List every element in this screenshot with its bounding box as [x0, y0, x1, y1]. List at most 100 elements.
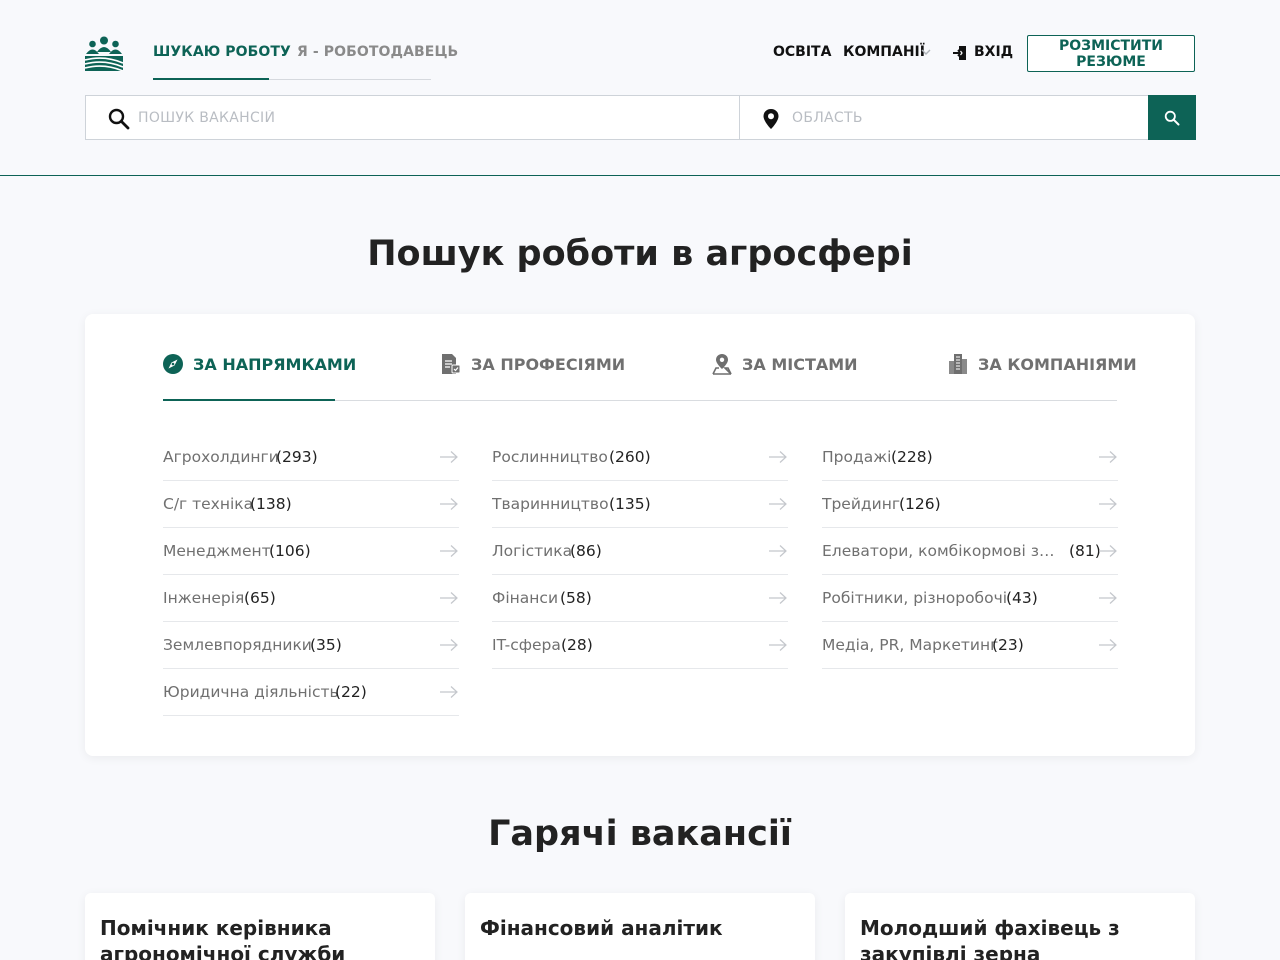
- arrow-right-icon: [769, 545, 787, 557]
- category-item[interactable]: С/г техніка (138): [163, 481, 459, 528]
- arrow-right-icon: [1099, 498, 1117, 510]
- category-item[interactable]: Менеджмент (106): [163, 528, 459, 575]
- category-name: Менеджмент: [163, 542, 271, 560]
- category-column-3: Продажі (228) Трейдинг (126) Елеватори, ко…: [822, 434, 1118, 669]
- category-column-1: Агрохолдинги (293) С/г техніка (138) Менед…: [163, 434, 459, 716]
- arrow-right-icon: [440, 451, 458, 463]
- map-pin-icon: [763, 109, 779, 129]
- vacancy-search: [86, 96, 740, 139]
- category-count: (65): [244, 589, 276, 607]
- category-name: Агрохолдинги: [163, 448, 279, 466]
- tab-by-profession[interactable]: ЗА ПРОФЕСІЯМИ: [441, 352, 625, 376]
- vacancy-search-input[interactable]: [138, 106, 718, 130]
- login-link[interactable]: ВХІД: [974, 44, 1013, 60]
- document-icon: [442, 354, 461, 374]
- post-resume-button[interactable]: РОЗМІСТИТИ РЕЗЮМЕ: [1027, 35, 1195, 72]
- category-count: (138): [250, 495, 292, 513]
- arrow-right-icon: [440, 639, 458, 651]
- location-person-icon: [712, 354, 732, 375]
- arrow-right-icon: [440, 686, 458, 698]
- search-icon: [108, 108, 130, 130]
- category-item[interactable]: Фінанси (58): [492, 575, 788, 622]
- category-item[interactable]: Трейдинг (126): [822, 481, 1118, 528]
- job-card[interactable]: Фінансовий аналітик: [465, 893, 815, 960]
- education-link[interactable]: ОСВІТА: [773, 44, 831, 60]
- arrow-right-icon: [1099, 545, 1117, 557]
- category-count: (23): [992, 636, 1024, 654]
- arrow-right-icon: [440, 498, 458, 510]
- category-count: (135): [609, 495, 651, 513]
- login-icon[interactable]: [952, 45, 968, 61]
- tab-label: ЗА МІСТАМИ: [742, 354, 858, 374]
- category-count: (35): [310, 636, 342, 654]
- job-card[interactable]: Помічник керівника агрономічної служби: [85, 893, 435, 960]
- logo[interactable]: [85, 36, 123, 71]
- category-name: Трейдинг: [822, 495, 900, 513]
- category-item[interactable]: IT-сфера (28): [492, 622, 788, 669]
- category-column-2: Рослинництво (260) Тваринництво (135) Логі…: [492, 434, 788, 669]
- arrow-right-icon: [769, 498, 787, 510]
- category-item[interactable]: Медіа, PR, Маркетинг (23): [822, 622, 1118, 669]
- category-count: (86): [570, 542, 602, 560]
- category-item[interactable]: Логістика (86): [492, 528, 788, 575]
- category-name: Продажі: [822, 448, 892, 466]
- tab-by-city[interactable]: ЗА МІСТАМИ: [712, 352, 858, 376]
- category-name: Інженерія: [163, 589, 245, 607]
- category-name: Медіа, PR, Маркетинг: [822, 636, 999, 654]
- category-name: Землевпорядники: [163, 636, 312, 654]
- job-title: Помічник керівника агрономічної служби: [100, 916, 346, 960]
- arrow-right-icon: [1099, 592, 1117, 604]
- category-name: Елеватори, комбікормові зав...: [822, 542, 1060, 560]
- category-item[interactable]: Рослинництво (260): [492, 434, 788, 481]
- job-title: Фінансовий аналітик: [480, 916, 723, 940]
- job-card[interactable]: Молодший фахівець з закупівлі зерна: [845, 893, 1195, 960]
- category-count: (43): [1006, 589, 1038, 607]
- category-item[interactable]: Агрохолдинги (293): [163, 434, 459, 481]
- tab-label: ЗА ПРОФЕСІЯМИ: [471, 354, 626, 374]
- companies-menu[interactable]: КОМПАНІЇ: [843, 44, 925, 60]
- tab-jobseeker[interactable]: ШУКАЮ РОБОТУ: [153, 44, 291, 60]
- buildings-icon: [949, 354, 967, 374]
- search-icon: [1164, 110, 1180, 125]
- category-item[interactable]: Продажі (228): [822, 434, 1118, 481]
- category-item[interactable]: Тваринництво (135): [492, 481, 788, 528]
- category-count: (22): [335, 683, 367, 701]
- category-name: С/г техніка: [163, 495, 254, 513]
- tab-by-company[interactable]: ЗА КОМПАНІЯМИ: [948, 352, 1137, 376]
- arrow-right-icon: [1099, 451, 1117, 463]
- category-item[interactable]: Робітники, різноробочі (43): [822, 575, 1118, 622]
- site-header: ШУКАЮ РОБОТУ Я - РОБОТОДАВЕЦЬ ОСВІТА КОМ…: [0, 0, 1280, 176]
- tab-by-direction[interactable]: ЗА НАПРЯМКАМИ: [163, 352, 356, 376]
- category-item[interactable]: Елеватори, комбікормові зав... (81): [822, 528, 1118, 575]
- arrow-right-icon: [1099, 639, 1117, 651]
- category-name: IT-сфера: [492, 636, 561, 654]
- region-input[interactable]: [792, 106, 1132, 130]
- category-count: (228): [891, 448, 933, 466]
- search-button[interactable]: [1148, 95, 1196, 140]
- category-name: Логістика: [492, 542, 573, 560]
- tab-employer[interactable]: Я - РОБОТОДАВЕЦЬ: [297, 44, 458, 60]
- chevron-down-icon[interactable]: [920, 47, 932, 57]
- tab-label: ЗА КОМПАНІЯМИ: [978, 354, 1137, 374]
- category-item[interactable]: Землевпорядники (35): [163, 622, 459, 669]
- region-search: [740, 96, 1148, 139]
- search-bar: [85, 95, 1196, 140]
- category-name: Робітники, різноробочі: [822, 589, 1008, 607]
- hot-vacancies-title: Гарячі вакансії: [488, 814, 792, 854]
- category-item[interactable]: Юридична діяльність (22): [163, 669, 459, 716]
- active-tab-indicator: [163, 399, 335, 401]
- category-name: Тваринництво: [492, 495, 609, 513]
- arrow-right-icon: [769, 639, 787, 651]
- category-count: (58): [560, 589, 592, 607]
- active-tab-indicator: [153, 78, 269, 80]
- category-card: ЗА НАПРЯМКАМИ ЗА ПРОФЕСІЯМИ ЗА МІСТАМИ З…: [85, 314, 1195, 756]
- arrow-right-icon: [769, 451, 787, 463]
- page-title: Пошук роботи в агросфері: [367, 234, 913, 274]
- category-count: (293): [276, 448, 318, 466]
- category-name: Рослинництво: [492, 448, 608, 466]
- tab-divider: [269, 79, 431, 80]
- category-item[interactable]: Інженерія (65): [163, 575, 459, 622]
- category-count: (106): [269, 542, 311, 560]
- category-count: (126): [899, 495, 941, 513]
- category-count: (260): [609, 448, 651, 466]
